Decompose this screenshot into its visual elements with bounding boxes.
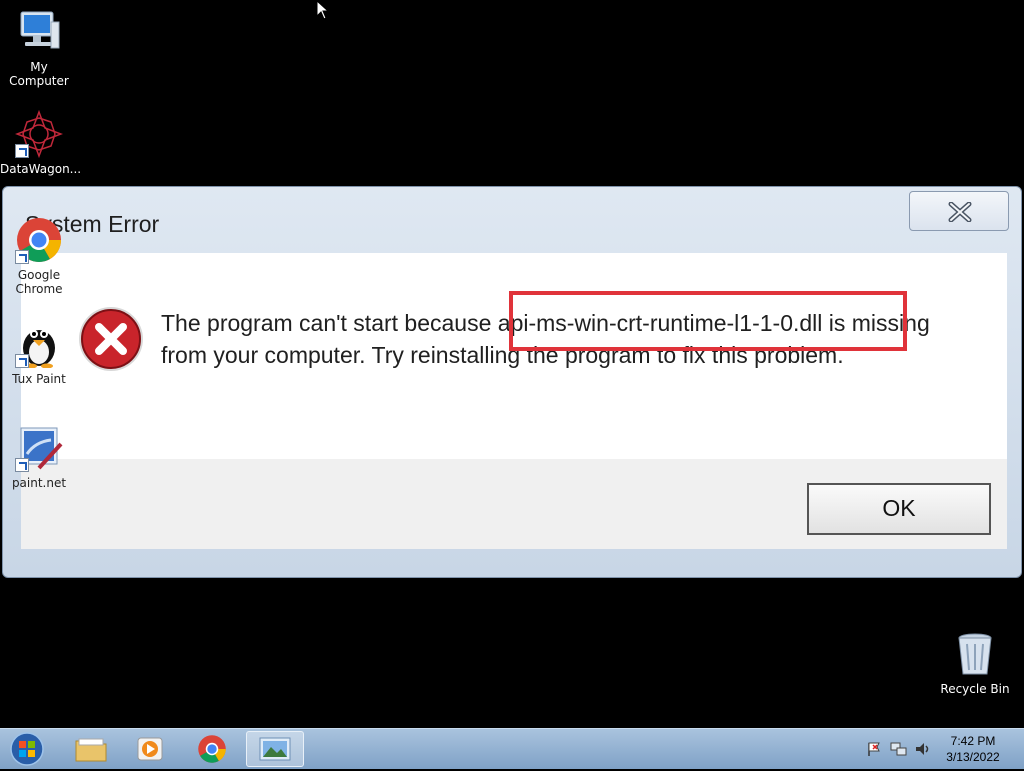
dialog-footer: OK bbox=[21, 459, 1007, 549]
shortcut-arrow-icon bbox=[15, 458, 29, 472]
system-error-dialog: System Error The program can't start bec… bbox=[2, 186, 1022, 578]
start-button[interactable] bbox=[6, 731, 48, 767]
desktop-icon-google-chrome[interactable]: Google Chrome bbox=[0, 216, 78, 296]
desktop-icon-my-computer[interactable]: My Computer bbox=[0, 8, 78, 88]
tux-penguin-icon bbox=[15, 320, 63, 369]
desktop-icon-label: Google Chrome bbox=[15, 268, 63, 296]
datawagon-icon bbox=[14, 109, 64, 159]
chrome-icon bbox=[198, 735, 226, 763]
desktop-icon-paint-net[interactable]: paint.net bbox=[0, 424, 78, 490]
shortcut-arrow-icon bbox=[15, 354, 29, 368]
shortcut-arrow-icon bbox=[15, 144, 29, 158]
computer-icon bbox=[15, 8, 63, 56]
desktop-icon-label: Tux Paint bbox=[12, 372, 66, 386]
desktop-icon-recycle-bin[interactable]: Recycle Bin bbox=[936, 630, 1014, 696]
dialog-content: The program can't start because api-ms-w… bbox=[21, 253, 1007, 459]
taskbar-google-chrome[interactable] bbox=[184, 731, 242, 767]
folder-icon bbox=[75, 738, 107, 762]
taskbar-clock[interactable]: 7:42 PM 3/13/2022 bbox=[938, 733, 1008, 765]
error-icon bbox=[79, 307, 143, 371]
dll-name-highlight bbox=[509, 291, 907, 351]
action-center-flag-icon[interactable] bbox=[866, 741, 882, 757]
desktop-icon-label: My Computer bbox=[9, 60, 69, 88]
network-icon[interactable] bbox=[890, 741, 908, 757]
photo-viewer-icon bbox=[259, 737, 291, 761]
volume-icon[interactable] bbox=[914, 741, 932, 757]
desktop-icon-label: Recycle Bin bbox=[940, 682, 1010, 696]
taskbar-photo-viewer[interactable] bbox=[246, 731, 304, 767]
paint-net-icon bbox=[15, 424, 63, 472]
shortcut-arrow-icon bbox=[15, 250, 29, 264]
recycle-bin-icon bbox=[951, 630, 999, 678]
clock-time: 7:42 PM bbox=[950, 734, 996, 748]
ok-button[interactable]: OK bbox=[807, 483, 991, 535]
taskbar-file-explorer[interactable] bbox=[62, 731, 120, 767]
desktop-icon-datawagon[interactable]: DataWagon... bbox=[0, 109, 82, 176]
taskbar: 7:42 PM 3/13/2022 bbox=[0, 728, 1024, 769]
desktop-icon-label: paint.net bbox=[11, 476, 67, 490]
media-player-icon bbox=[137, 737, 163, 761]
desktop-icon-tux-paint[interactable]: Tux Paint bbox=[0, 320, 78, 386]
windows-start-orb-icon bbox=[10, 732, 44, 766]
clock-date: 3/13/2022 bbox=[946, 750, 1000, 764]
mouse-cursor-icon bbox=[316, 0, 330, 20]
close-icon bbox=[948, 202, 972, 222]
chrome-icon bbox=[15, 216, 63, 264]
desktop-icon-label: DataWagon... bbox=[0, 162, 82, 176]
close-button[interactable] bbox=[909, 191, 1009, 231]
taskbar-media-player[interactable] bbox=[122, 731, 180, 767]
